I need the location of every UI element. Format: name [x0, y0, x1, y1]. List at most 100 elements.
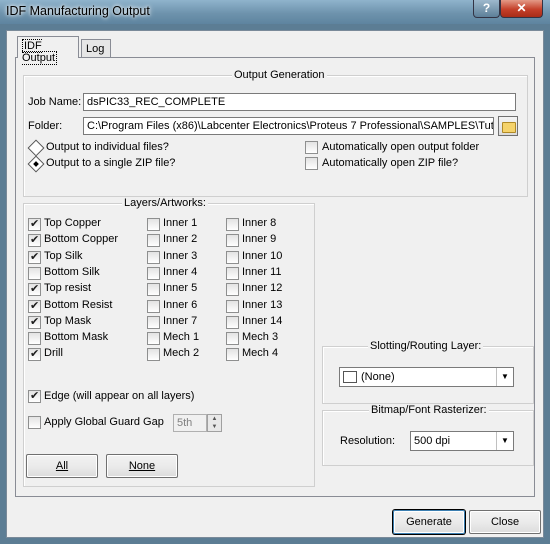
edge-label: Edge (will appear on all layers) [44, 390, 195, 402]
layer-checkbox[interactable] [147, 315, 160, 329]
auto-open-folder-checkbox[interactable] [305, 141, 318, 154]
chevron-down-icon[interactable]: ▼ [496, 432, 513, 450]
layer-checkbox[interactable] [28, 299, 41, 313]
window-close-button[interactable]: ✕ [500, 0, 543, 18]
generate-button-label: Generate [406, 516, 452, 528]
layer-label: Bottom Silk [44, 265, 100, 278]
layer-label: Top Silk [44, 249, 83, 262]
layer-label: Mech 3 [242, 331, 279, 344]
output-generation-group: Output Generation Job Name: dsPIC33_REC_… [23, 69, 528, 197]
layer-checkbox[interactable] [28, 315, 41, 329]
layer-checkbox[interactable] [147, 283, 160, 297]
layer-checkbox[interactable] [226, 299, 239, 313]
layer-label: Inner 7 [163, 314, 198, 327]
title-bar: IDF Manufacturing Output ? ✕ [0, 0, 550, 24]
radio-individual-files[interactable] [27, 139, 45, 157]
layer-label: Inner 3 [163, 249, 198, 262]
layer-label: Bottom Resist [44, 298, 113, 311]
layer-label: Mech 1 [163, 331, 200, 344]
slotting-dropdown[interactable]: (None) ▼ [339, 367, 514, 387]
layer-checkbox[interactable] [147, 218, 160, 231]
layer-label: Inner 11 [242, 265, 282, 278]
browse-folder-button[interactable] [498, 116, 518, 136]
spin-down-icon[interactable]: ▼ [208, 423, 221, 431]
layer-label: Inner 12 [242, 282, 283, 295]
window-title: IDF Manufacturing Output [6, 4, 150, 18]
layer-label: Inner 10 [242, 249, 283, 262]
layer-label: Top resist [44, 282, 92, 295]
help-button[interactable]: ? [473, 0, 500, 18]
tab-idf-output[interactable]: IDF Output [17, 36, 79, 65]
layer-checkbox[interactable] [226, 250, 239, 264]
layer-checkbox[interactable] [147, 250, 160, 264]
layer-checkbox[interactable] [28, 282, 41, 297]
layer-label: Mech 4 [242, 347, 279, 360]
layers-group: Layers/Artworks: Top Copper Inner 1 Inner … [23, 197, 315, 487]
layer-label: Inner 14 [242, 314, 283, 327]
auto-open-zip-checkbox[interactable] [305, 157, 318, 170]
bitmap-title: Bitmap/Font Rasterizer: [369, 404, 489, 416]
layer-checkbox[interactable] [226, 348, 239, 362]
chevron-down-icon[interactable]: ▼ [496, 368, 513, 386]
layer-checkbox[interactable] [226, 266, 239, 280]
layer-checkbox[interactable] [147, 299, 160, 313]
layers-title: Layers/Artworks: [122, 197, 208, 209]
guard-gap-checkbox[interactable] [28, 416, 41, 429]
layer-checkbox[interactable] [226, 234, 239, 248]
layer-label: Top Copper [44, 217, 101, 229]
job-name-input[interactable]: dsPIC33_REC_COMPLETE [83, 93, 516, 111]
guard-gap-label: Apply Global Guard Gap [44, 416, 164, 428]
layer-label: Drill [44, 347, 63, 360]
tab-pane: Output Generation Job Name: dsPIC33_REC_… [15, 57, 535, 497]
layer-label: Inner 1 [163, 217, 198, 229]
close-button-label: Close [490, 516, 520, 528]
layer-checkbox[interactable] [226, 218, 239, 231]
layer-checkbox[interactable] [28, 250, 41, 264]
layer-checkbox[interactable] [147, 348, 160, 362]
layer-checkbox[interactable] [226, 332, 239, 346]
slotting-value: (None) [361, 371, 395, 383]
tab-log[interactable]: Log [81, 39, 111, 57]
layer-label: Bottom Copper [44, 233, 118, 246]
layer-checkbox[interactable] [226, 283, 239, 297]
slotting-group: Slotting/Routing Layer: (None) ▼ [322, 340, 534, 404]
layer-label: Inner 9 [242, 233, 277, 246]
auto-open-folder-label: Automatically open output folder [322, 141, 480, 153]
radio-individual-files-label: Output to individual files? [46, 141, 169, 153]
layer-checkbox[interactable] [28, 266, 41, 280]
job-name-label: Job Name: [28, 96, 82, 108]
none-button[interactable]: None [106, 454, 178, 478]
radio-single-zip[interactable] [27, 155, 45, 173]
auto-open-zip-label: Automatically open ZIP file? [322, 157, 459, 169]
edge-checkbox[interactable] [28, 389, 41, 403]
layer-label: Inner 13 [242, 298, 283, 311]
layer-label: Inner 6 [163, 298, 198, 311]
layer-checkbox[interactable] [28, 217, 41, 231]
output-generation-title: Output Generation [232, 69, 327, 81]
resolution-dropdown[interactable]: 500 dpi ▼ [410, 431, 514, 451]
layer-checkbox[interactable] [28, 233, 41, 248]
layer-checkbox[interactable] [28, 332, 41, 346]
layer-checkbox[interactable] [226, 315, 239, 329]
layer-checkbox[interactable] [147, 332, 160, 346]
layer-checkbox[interactable] [147, 266, 160, 280]
layer-label: Mech 2 [163, 347, 200, 360]
layer-label: Inner 2 [163, 233, 198, 246]
guard-gap-input[interactable]: 5th [173, 414, 207, 432]
all-button[interactable]: All [26, 454, 98, 478]
folder-label: Folder: [28, 120, 63, 132]
layer-label: Inner 5 [163, 282, 198, 295]
folder-input[interactable]: C:\Program Files (x86)\Labcenter Electro… [83, 117, 494, 135]
layer-label: Inner 4 [163, 265, 198, 278]
guard-gap-spinner[interactable]: ▲ ▼ [207, 414, 222, 432]
generate-button[interactable]: Generate [393, 510, 465, 534]
close-button[interactable]: Close [469, 510, 541, 534]
all-button-label: All [55, 460, 69, 472]
slotting-title: Slotting/Routing Layer: [368, 340, 484, 352]
resolution-value: 500 dpi [414, 435, 451, 447]
spin-up-icon[interactable]: ▲ [208, 415, 221, 423]
layer-checkbox[interactable] [28, 347, 41, 362]
layer-label: Bottom Mask [44, 331, 109, 344]
layer-label: Top Mask [44, 314, 92, 327]
layer-checkbox[interactable] [147, 234, 160, 248]
